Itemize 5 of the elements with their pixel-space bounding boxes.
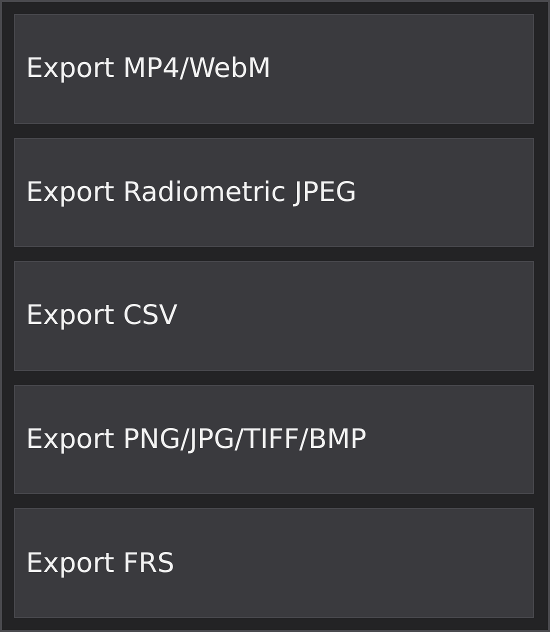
export-menu-item[interactable]: Export MP4/WebM [14,14,534,124]
export-menu-item[interactable]: Export FRS [14,508,534,618]
export-menu-item[interactable]: Export PNG/JPG/TIFF/BMP [14,384,534,494]
export-menu-item[interactable]: Export CSV [14,261,534,371]
export-menu-item[interactable]: Export Radiometric JPEG [14,138,534,248]
